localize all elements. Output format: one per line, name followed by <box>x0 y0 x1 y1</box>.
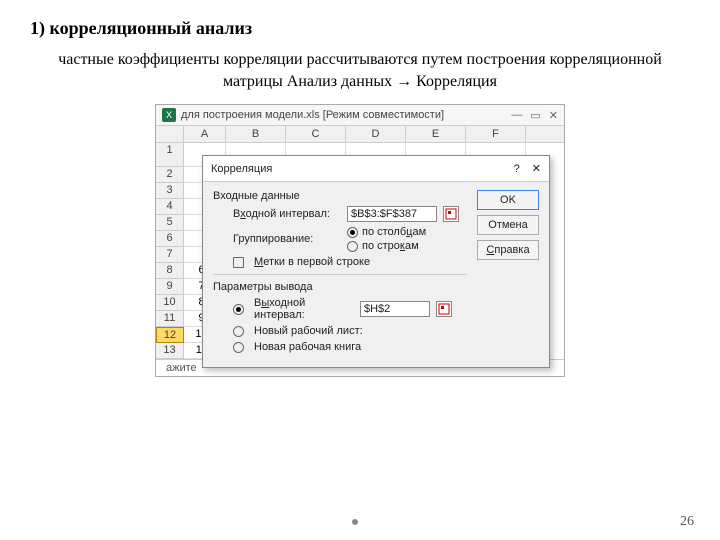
labels-first-row-label: Метки в первой строке <box>254 256 370 268</box>
dialog-titlebar: Корреляция ? ✕ <box>203 156 549 182</box>
col-header-corner[interactable] <box>156 126 184 142</box>
column-headers: A B C D E F <box>156 126 564 143</box>
row-header[interactable]: 4 <box>156 199 184 215</box>
output-range-radio[interactable] <box>233 304 244 315</box>
row-header[interactable]: 1 <box>156 143 184 167</box>
output-section-title: Параметры вывода <box>213 281 467 293</box>
col-header[interactable]: D <box>346 126 406 142</box>
close-icon[interactable]: ✕ <box>532 162 541 175</box>
row-header[interactable]: 11 <box>156 311 184 327</box>
group-by-rows-radio[interactable] <box>347 241 358 252</box>
excel-titlebar: X для построения модели.xls [Режим совме… <box>156 105 564 126</box>
row-header[interactable]: 7 <box>156 247 184 263</box>
new-worksheet-radio[interactable] <box>233 326 244 337</box>
help-icon[interactable]: ? <box>514 163 520 175</box>
excel-app-icon: X <box>162 108 176 122</box>
output-range-field[interactable]: $H$2 <box>360 301 430 317</box>
dialog-title-text: Корреляция <box>211 163 514 175</box>
maximize-icon[interactable]: ▭ <box>530 109 540 122</box>
row-header[interactable]: 3 <box>156 183 184 199</box>
row-header[interactable]: 5 <box>156 215 184 231</box>
excel-file-title: для построения модели.xls [Режим совмест… <box>181 109 511 121</box>
row-header[interactable]: 13 <box>156 343 184 359</box>
input-range-label: Входной интервал: <box>233 208 341 220</box>
input-range-field[interactable]: $B$3:$F$387 <box>347 206 437 222</box>
range-picker-icon[interactable] <box>436 301 452 317</box>
page-number: 26 <box>680 514 694 530</box>
row-header[interactable]: 9 <box>156 279 184 295</box>
col-header[interactable]: B <box>226 126 286 142</box>
row-header[interactable]: 2 <box>156 167 184 183</box>
range-picker-icon[interactable] <box>443 206 459 222</box>
excel-window: X для построения модели.xls [Режим совме… <box>155 104 565 377</box>
new-worksheet-label: Новый рабочий лист: <box>254 325 363 337</box>
col-header[interactable]: A <box>184 126 226 142</box>
slide-subtext: частные коэффициенты корреляции рассчиты… <box>40 49 680 92</box>
group-by-columns-radio[interactable] <box>347 227 358 238</box>
row-header[interactable]: 8 <box>156 263 184 279</box>
help-button[interactable]: Справка <box>477 240 539 260</box>
correlation-dialog: Корреляция ? ✕ Входные данные Входной ин… <box>202 155 550 368</box>
close-icon[interactable]: ✕ <box>549 109 558 122</box>
new-workbook-radio[interactable] <box>233 342 244 353</box>
labels-first-row-checkbox[interactable] <box>233 257 244 268</box>
slide-bullet-icon <box>352 519 358 525</box>
row-header[interactable]: 6 <box>156 231 184 247</box>
minimize-icon[interactable]: — <box>511 109 522 122</box>
col-header[interactable]: F <box>466 126 526 142</box>
group-by-rows-label: по строкам <box>362 240 419 252</box>
grouping-label: Группирование: <box>233 233 341 245</box>
output-range-label: Выходной интервал: <box>254 297 354 321</box>
group-by-columns-label: по столбцам <box>362 226 426 238</box>
col-header[interactable]: E <box>406 126 466 142</box>
row-header[interactable]: 10 <box>156 295 184 311</box>
slide-heading: 1) корреляционный анализ <box>30 18 690 39</box>
input-section-title: Входные данные <box>213 190 467 202</box>
col-header[interactable]: C <box>286 126 346 142</box>
cancel-button[interactable]: Отмена <box>477 215 539 235</box>
new-workbook-label: Новая рабочая книга <box>254 341 361 353</box>
row-header[interactable]: 12 <box>156 327 184 343</box>
ok-button[interactable]: OK <box>477 190 539 210</box>
